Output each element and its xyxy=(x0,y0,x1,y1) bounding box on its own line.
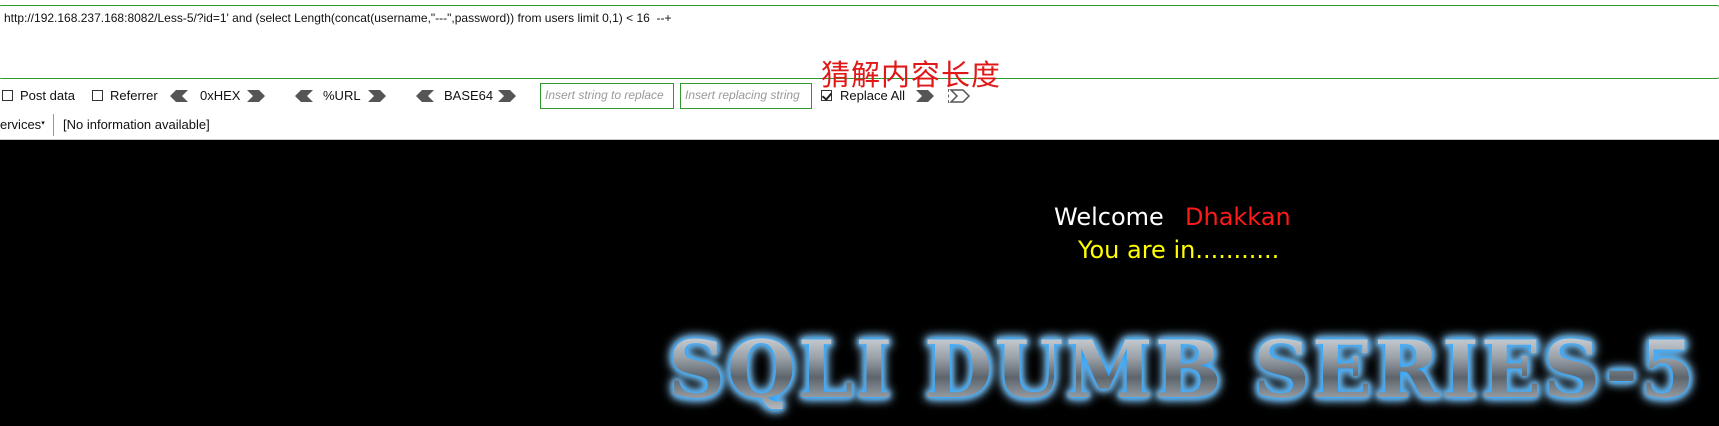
hex-encode-arrow-icon[interactable] xyxy=(245,89,269,103)
base64-encode-arrow-icon[interactable] xyxy=(496,89,520,103)
referrer-checkbox[interactable] xyxy=(92,90,103,101)
replace-all-label[interactable]: Replace All xyxy=(840,88,905,103)
divider xyxy=(0,139,1719,140)
url-input-text[interactable]: http://192.168.237.168:8082/Less-5/?id=1… xyxy=(4,11,672,25)
base64-decode-arrow-icon[interactable] xyxy=(412,89,436,103)
sqli-banner-logo: SQLI DUMB SERIES-5 xyxy=(668,323,1697,416)
post-data-checkbox[interactable] xyxy=(2,90,13,101)
status-bar: ervices▾ [No information available] xyxy=(0,114,1719,136)
referrer-label[interactable]: Referrer xyxy=(110,88,158,103)
services-label[interactable]: ervices xyxy=(0,117,41,132)
chevron-down-icon: ▾ xyxy=(41,120,45,127)
post-data-label[interactable]: Post data xyxy=(20,88,75,103)
replace-all-checkbox[interactable] xyxy=(821,90,832,101)
url-encode-label: %URL xyxy=(323,88,361,103)
divider xyxy=(53,114,54,136)
replace-right-arrow-icon[interactable] xyxy=(948,89,973,103)
hackbar-panel: http://192.168.237.168:8082/Less-5/?id=1… xyxy=(0,0,1719,140)
url-encode-arrow-icon[interactable] xyxy=(366,89,390,103)
options-row: Post data Referrer 0xHEX %URL BASE64 Rep… xyxy=(0,87,1719,107)
hex-label: 0xHEX xyxy=(200,88,241,103)
replace-left-arrow-icon[interactable] xyxy=(914,89,938,103)
welcome-label: Welcome xyxy=(1054,203,1164,231)
services-menu[interactable]: ervices▾ xyxy=(0,117,45,132)
url-decode-arrow-icon[interactable] xyxy=(291,89,315,103)
replacing-string-input[interactable]: Insert replacing string xyxy=(680,83,812,109)
status-message: You are in........... xyxy=(1078,236,1280,264)
replace-string-input[interactable]: Insert string to replace xyxy=(540,83,674,109)
base64-label: BASE64 xyxy=(444,88,494,103)
welcome-name: Dhakkan xyxy=(1185,203,1291,231)
hex-decode-arrow-icon[interactable] xyxy=(166,89,190,103)
info-text: [No information available] xyxy=(63,117,210,132)
